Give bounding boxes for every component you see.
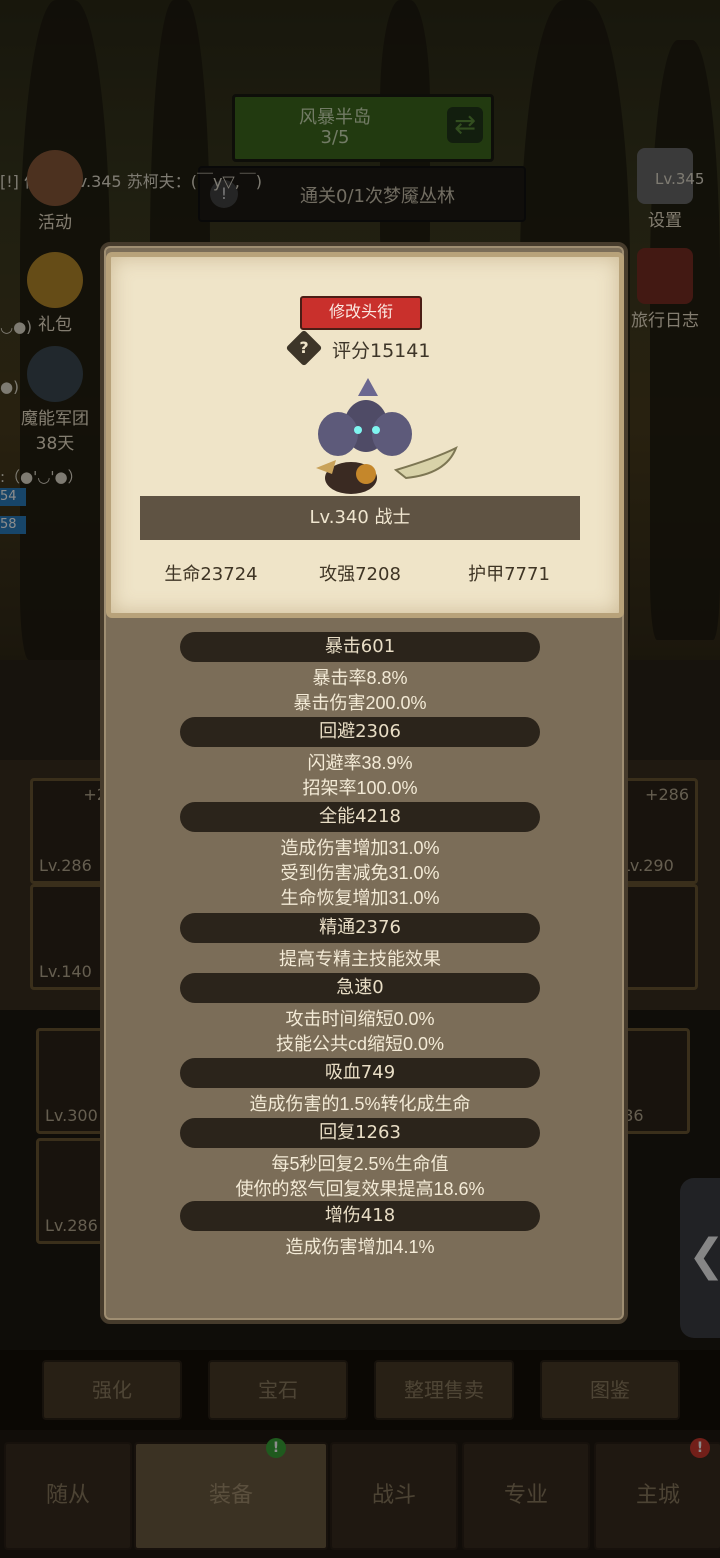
recovery-header: 回复1263 bbox=[180, 1118, 540, 1148]
stat-detail: 攻击时间缩短0.0% bbox=[285, 1009, 435, 1029]
mastery-header: 精通2376 bbox=[180, 913, 540, 943]
stat-detail: 生命恢复增加31.0% bbox=[280, 888, 440, 908]
stat-detail: 闪避率38.9% bbox=[307, 753, 413, 773]
dodge-header: 回避2306 bbox=[180, 717, 540, 747]
damage-bonus-header: 增伤418 bbox=[180, 1201, 540, 1231]
stat-detail: 每5秒回复2.5%生命值 bbox=[271, 1154, 449, 1174]
haste-header: 急速0 bbox=[180, 973, 540, 1003]
score-value: 评分15141 bbox=[332, 340, 431, 362]
attack-power-stat: 攻强7208 bbox=[319, 564, 401, 585]
stat-detail: 使你的怒气回复效果提高18.6% bbox=[235, 1179, 485, 1199]
stat-detail: 提高专精主技能效果 bbox=[279, 949, 441, 969]
stat-detail: 造成伤害的1.5%转化成生命 bbox=[249, 1094, 471, 1114]
armor-stat: 护甲7771 bbox=[468, 564, 550, 585]
hero-name-banner: Lv.340 战士 bbox=[140, 496, 580, 540]
change-title-button[interactable]: 修改头衔 bbox=[300, 296, 422, 330]
hp-stat: 生命23724 bbox=[164, 564, 258, 585]
stat-detail: 招架率100.0% bbox=[302, 778, 418, 798]
versatility-header: 全能4218 bbox=[180, 802, 540, 832]
stat-detail: 暴击伤害200.0% bbox=[293, 693, 427, 713]
stat-detail: 技能公共cd缩短0.0% bbox=[275, 1034, 445, 1054]
lifesteal-header: 吸血749 bbox=[180, 1058, 540, 1088]
stat-detail: 受到伤害减免31.0% bbox=[280, 863, 440, 883]
warrior-character-sprite bbox=[316, 378, 458, 494]
score-help-icon[interactable]: ? bbox=[285, 329, 323, 367]
stat-detail: 造成伤害增加4.1% bbox=[285, 1237, 435, 1257]
crit-header: 暴击601 bbox=[180, 632, 540, 662]
stat-detail: 暴击率8.8% bbox=[312, 668, 408, 688]
stat-detail: 造成伤害增加31.0% bbox=[280, 838, 440, 858]
